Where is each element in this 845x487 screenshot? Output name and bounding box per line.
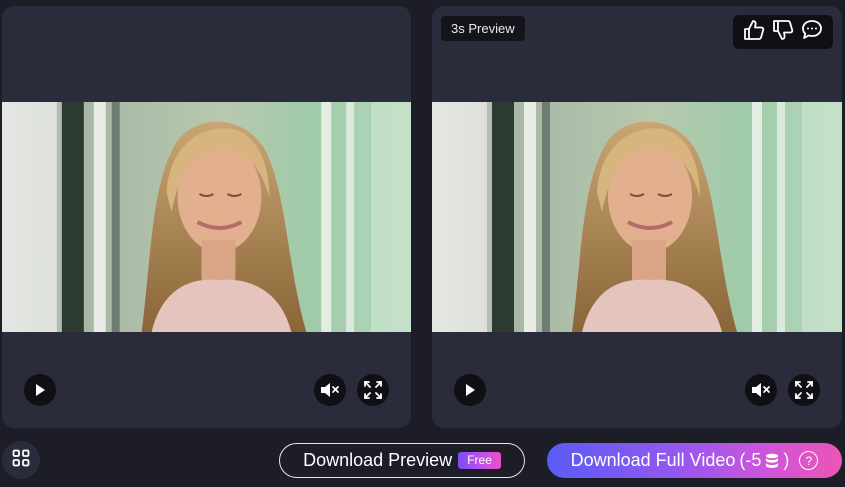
grid-icon <box>12 449 30 472</box>
play-button[interactable] <box>24 374 56 406</box>
mute-button[interactable] <box>745 374 777 406</box>
video-frame-image <box>2 102 411 332</box>
download-preview-button[interactable]: Download Preview Free <box>279 443 525 478</box>
video-frame-image <box>432 102 842 332</box>
thumbs-down-icon <box>772 19 794 46</box>
cost-prefix: (-5 <box>739 450 762 470</box>
comment-button[interactable] <box>800 19 824 46</box>
play-icon <box>33 383 47 397</box>
original-video[interactable] <box>2 102 411 332</box>
preview-video[interactable] <box>432 102 842 332</box>
apps-grid-button[interactable] <box>2 441 40 479</box>
fullscreen-icon <box>364 381 382 399</box>
coin-stack-icon <box>765 453 779 469</box>
preview-video-panel: 3s Preview <box>432 6 842 428</box>
preview-duration-badge: 3s Preview <box>441 16 525 41</box>
thumbs-up-icon <box>743 19 765 46</box>
fullscreen-icon <box>795 381 813 399</box>
download-full-video-button[interactable]: Download Full Video (-5 ) ? <box>547 443 842 478</box>
download-preview-label: Download Preview <box>303 450 453 470</box>
play-icon <box>463 383 477 397</box>
fullscreen-button[interactable] <box>788 374 820 406</box>
cost-suffix: ) <box>783 450 790 470</box>
thumbs-up-button[interactable] <box>742 19 766 46</box>
volume-mute-icon <box>751 382 771 398</box>
download-full-label: Download Full Video <box>570 450 736 470</box>
original-video-panel <box>2 6 411 428</box>
comment-icon <box>801 19 823 46</box>
mute-button[interactable] <box>314 374 346 406</box>
fullscreen-button[interactable] <box>357 374 389 406</box>
feedback-toolbar <box>733 15 833 49</box>
question-icon[interactable]: ? <box>799 451 819 470</box>
volume-mute-icon <box>320 382 340 398</box>
play-button[interactable] <box>454 374 486 406</box>
free-tag: Free <box>458 452 501 469</box>
thumbs-down-button[interactable] <box>771 19 795 46</box>
